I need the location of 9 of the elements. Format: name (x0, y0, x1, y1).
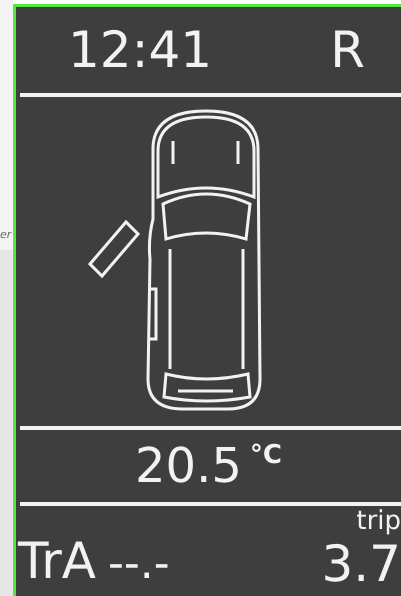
trip-label: TrA (18, 532, 96, 589)
trip-distance: 3.7 (321, 536, 401, 592)
temperature-value: 20.5 (135, 439, 242, 494)
trip-reading: --.- (108, 536, 170, 591)
clock-time: 12:41 (68, 22, 212, 78)
gear-indicator: R (330, 22, 365, 78)
temperature-unit: °C (250, 440, 282, 470)
background-text-fragment: er (0, 228, 12, 242)
trip-caption: trip (356, 506, 401, 536)
